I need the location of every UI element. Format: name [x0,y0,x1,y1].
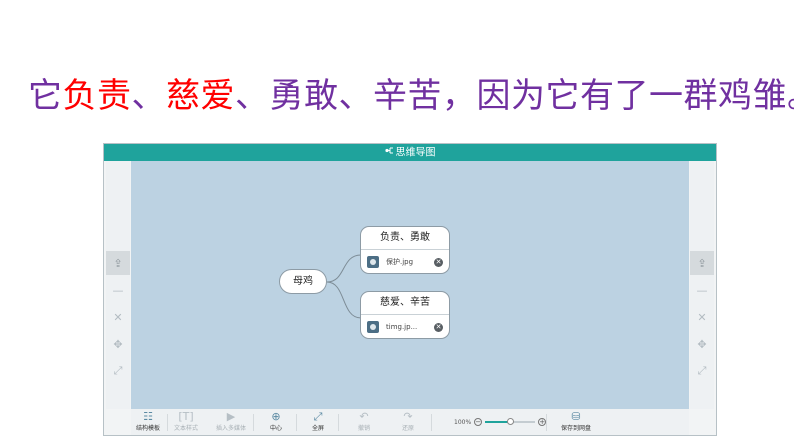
insert-media-button[interactable]: ▶ 插入多媒体 [213,410,249,433]
left-side-panel: ⇪ — ✕ ✥ ⤢ [106,161,130,409]
divider [546,414,547,431]
text-style-label: 文本样式 [173,425,198,432]
minus-icon[interactable]: — [690,278,714,302]
divider [253,414,254,431]
zoom-slider[interactable] [485,418,536,425]
root-node[interactable]: 母鸡 [279,269,327,294]
zoom-out-icon[interactable]: − [474,418,483,426]
close-icon[interactable]: ✕ [106,305,130,329]
child-node[interactable]: 负责、勇敢 保护.jpg ✕ [360,226,450,274]
divider [296,414,297,431]
child-node-label: 慈爱、辛苦 [361,292,449,315]
attachment-filename: timg.jp... [386,323,418,331]
child-node-label: 负责、勇敢 [361,227,449,250]
headline-segment: 慈爱 [166,76,235,116]
fullscreen-icon[interactable]: ⤢ [690,359,714,383]
save-to-drive-button[interactable]: ⛁ 保存到网盘 [556,410,596,433]
share-icon[interactable]: ⇪ [106,251,130,275]
undo-icon: ↶ [359,410,369,423]
right-side-panel: ⇪ — ✕ ✥ ⤢ [690,161,714,409]
mindmap-canvas[interactable]: 母鸡 负责、勇敢 保护.jpg ✕ 慈爱、辛苦 timg.jp... ✕ [131,161,689,409]
center-label: 中心 [269,425,282,432]
target-icon: ⊕ [271,410,281,423]
app-title: 思维导图 [395,147,436,159]
save-drive-icon: ⛁ [571,410,581,423]
zoom-slider-thumb[interactable] [507,418,515,425]
attachment[interactable]: 保护.jpg ✕ [361,250,449,274]
headline: 它负责、慈爱、勇敢、辛苦，因为它有了一群鸡雏。 [28,74,794,118]
save-to-drive-label: 保存到网盘 [560,425,591,432]
headline-segment: 、 [131,76,166,116]
share-icon[interactable]: ⇪ [690,251,714,275]
mindmap-app-window: 思维导图 ⇪ — ✕ ✥ ⤢ ⇪ — ✕ ✥ ⤢ 母鸡 负责、勇敢 保护.jpg… [103,143,717,436]
zoom-control: 100% − + [454,417,549,427]
zoom-in-icon[interactable]: + [538,418,547,426]
undo-label: 撤销 [357,425,370,432]
headline-segment: 负责 [62,76,132,116]
structure-template-button[interactable]: ☷ 结构模板 [133,410,163,433]
undo-button[interactable]: ↶ 撤销 [349,410,379,433]
text-style-button[interactable]: [T] 文本样式 [171,410,201,433]
divider [431,414,432,431]
fullscreen-icon: ⤢ [313,410,323,423]
redo-icon: ↷ [403,410,413,423]
divider [338,414,339,431]
attachment[interactable]: timg.jp... ✕ [361,315,449,339]
fullscreen-label: 全屏 [311,425,324,432]
attachment-filename: 保护.jpg [386,258,414,266]
remove-attachment-icon[interactable]: ✕ [434,257,443,267]
remove-attachment-icon[interactable]: ✕ [434,322,443,332]
structure-template-label: 结构模板 [135,425,160,432]
app-title-bar: 思维导图 [104,144,716,161]
connector-lines [326,254,376,319]
center-button[interactable]: ⊕ 中心 [261,410,291,433]
structure-icon: ☷ [143,410,153,423]
fullscreen-icon[interactable]: ⤢ [106,359,130,383]
redo-label: 还原 [401,425,414,432]
image-icon [367,256,379,268]
minus-icon[interactable]: — [106,278,130,302]
insert-media-label: 插入多媒体 [215,425,246,432]
move-icon[interactable]: ✥ [690,332,714,356]
image-icon [367,321,379,333]
divider [167,414,168,431]
text-style-icon: [T] [178,410,194,423]
move-icon[interactable]: ✥ [106,332,130,356]
fullscreen-button[interactable]: ⤢ 全屏 [303,410,333,433]
mindmap-logo-icon [384,144,394,161]
media-icon: ▶ [226,410,236,423]
zoom-level: 100% [454,418,472,426]
close-icon[interactable]: ✕ [690,305,714,329]
headline-segment: 、勇敢、辛苦，因为它有了一群鸡雏。 [235,76,794,116]
headline-segment: 它 [28,76,63,116]
bottom-toolbar: ☷ 结构模板 [T] 文本样式 ▶ 插入多媒体 ⊕ 中心 ⤢ 全屏 ↶ 撤销 ↷… [131,409,689,435]
child-node[interactable]: 慈爱、辛苦 timg.jp... ✕ [360,291,450,339]
redo-button[interactable]: ↷ 还原 [393,410,423,433]
